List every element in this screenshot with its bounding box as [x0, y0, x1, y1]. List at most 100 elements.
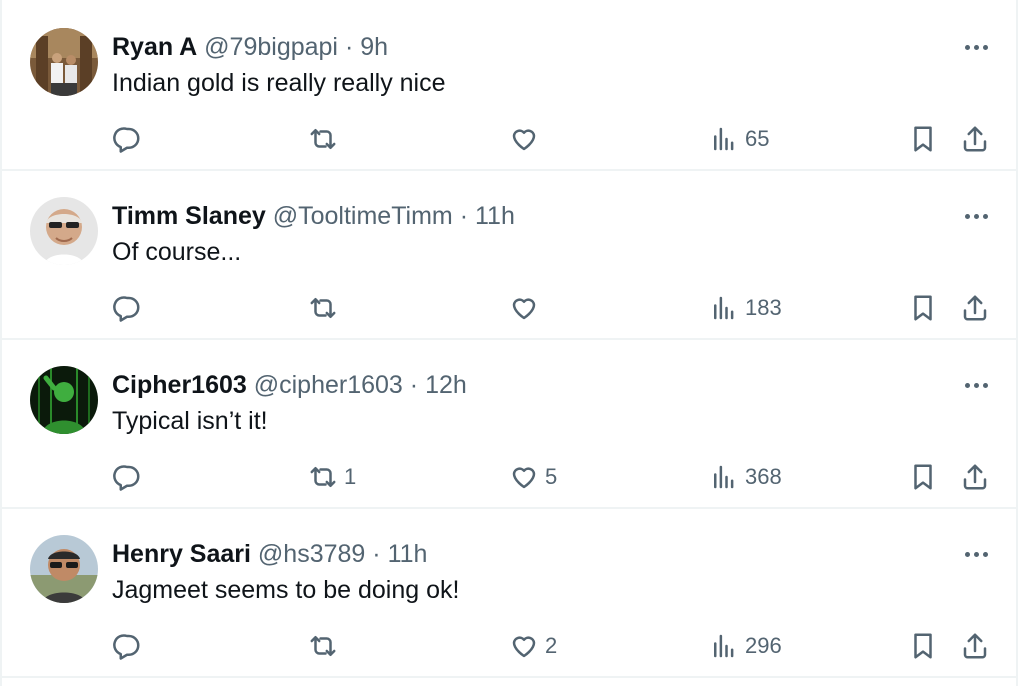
- like-button[interactable]: 2: [509, 623, 557, 669]
- retweet-button[interactable]: 1: [308, 454, 356, 500]
- more-icon: [964, 551, 970, 557]
- share-button[interactable]: [960, 454, 990, 500]
- views-chart-icon: [714, 634, 734, 658]
- view-count: 368: [745, 464, 782, 489]
- heart-icon: [512, 467, 536, 489]
- more-icon: [964, 44, 970, 50]
- tweet-actions: 2 296: [2, 623, 1016, 669]
- tweet-header: Timm Slaney @TooltimeTimm · 11h: [112, 199, 515, 233]
- more-icon: [964, 213, 970, 219]
- view-count: 296: [745, 633, 782, 658]
- tweet-actions: 183: [2, 285, 1016, 331]
- share-button[interactable]: [960, 623, 990, 669]
- view-count: 65: [745, 126, 770, 151]
- bookmark-icon: [914, 633, 932, 659]
- like-button[interactable]: 5: [509, 454, 557, 500]
- tweet-actions: 65: [2, 116, 1016, 162]
- separator-dot: ·: [372, 540, 381, 568]
- views-button[interactable]: 368: [709, 454, 782, 500]
- reply-button[interactable]: [112, 116, 148, 162]
- heart-icon: [512, 636, 536, 658]
- bookmark-button[interactable]: [908, 454, 938, 500]
- separator-dot: ·: [459, 202, 469, 230]
- bookmark-icon: [914, 126, 932, 152]
- like-button[interactable]: [509, 116, 545, 162]
- reply-icon: [113, 465, 140, 491]
- timestamp[interactable]: 9h: [360, 33, 388, 61]
- tweet-actions: 1 5 368: [2, 454, 1016, 500]
- share-icon: [963, 126, 987, 152]
- avatar-photo-man-sunglasses-outdoors: [30, 535, 98, 603]
- user-handle[interactable]: @TooltimeTimm: [273, 202, 453, 230]
- tweet-item[interactable]: Ryan A @79bigpapi · 9h Indian gold is re…: [2, 4, 1016, 171]
- more-icon: [964, 382, 970, 388]
- share-button[interactable]: [960, 285, 990, 331]
- display-name[interactable]: Ryan A: [112, 33, 197, 61]
- like-count: 2: [545, 633, 558, 658]
- user-handle[interactable]: @cipher1603: [254, 371, 403, 399]
- feed-right-border: [1016, 0, 1018, 686]
- avatar[interactable]: [30, 197, 98, 265]
- views-button[interactable]: 296: [709, 623, 782, 669]
- reply-button[interactable]: [112, 623, 148, 669]
- timestamp[interactable]: 12h: [425, 371, 467, 399]
- views-button[interactable]: 65: [709, 116, 769, 162]
- retweet-button[interactable]: [308, 623, 344, 669]
- share-icon: [963, 633, 987, 659]
- tweet-header: Cipher1603 @cipher1603 · 12h: [112, 368, 467, 402]
- user-handle[interactable]: @hs3789: [258, 540, 365, 568]
- like-button[interactable]: [509, 285, 545, 331]
- tweet-item[interactable]: Timm Slaney @TooltimeTimm · 11h Of cours…: [2, 173, 1016, 340]
- avatar[interactable]: [30, 366, 98, 434]
- reply-icon: [113, 296, 140, 322]
- heart-icon: [512, 298, 536, 320]
- retweet-count: 1: [344, 464, 357, 489]
- reply-feed: Ryan A @79bigpapi · 9h Indian gold is re…: [2, 0, 1016, 686]
- bookmark-icon: [914, 295, 932, 321]
- views-button[interactable]: 183: [709, 285, 782, 331]
- tweet-item[interactable]: Henry Saari @hs3789 · 11h Jagmeet seems …: [2, 511, 1016, 678]
- retweet-icon: [310, 636, 336, 656]
- user-handle[interactable]: @79bigpapi: [204, 33, 338, 61]
- avatar[interactable]: [30, 535, 98, 603]
- display-name[interactable]: Timm Slaney: [112, 202, 266, 230]
- avatar-green-matrix-figure: [30, 366, 98, 434]
- share-icon: [963, 295, 987, 321]
- separator-dot: ·: [344, 33, 354, 61]
- tweet-header: Henry Saari @hs3789 · 11h: [112, 537, 427, 571]
- tweet-text: Typical isn’t it!: [112, 407, 268, 435]
- avatar-photo-man-sunglasses: [30, 197, 98, 265]
- bookmark-button[interactable]: [908, 116, 938, 162]
- avatar-photo-two-people: [30, 28, 98, 96]
- more-button[interactable]: [952, 30, 1000, 64]
- retweet-button[interactable]: [308, 285, 344, 331]
- retweet-icon: [310, 129, 336, 149]
- retweet-icon: [310, 467, 336, 487]
- more-button[interactable]: [952, 368, 1000, 402]
- timestamp[interactable]: 11h: [475, 202, 515, 230]
- view-count: 183: [745, 295, 782, 320]
- tweet-text: Jagmeet seems to be doing ok!: [112, 576, 460, 604]
- heart-icon: [512, 129, 536, 151]
- views-chart-icon: [714, 296, 734, 320]
- timestamp[interactable]: 11h: [388, 540, 428, 568]
- separator-dot: ·: [409, 371, 419, 399]
- display-name[interactable]: Henry Saari: [112, 540, 251, 568]
- bookmark-button[interactable]: [908, 285, 938, 331]
- tweet-text: Of course...: [112, 238, 242, 266]
- tweet-text: Indian gold is really really nice: [112, 69, 446, 97]
- display-name[interactable]: Cipher1603: [112, 371, 247, 399]
- reply-button[interactable]: [112, 454, 148, 500]
- reply-button[interactable]: [112, 285, 148, 331]
- views-chart-icon: [714, 465, 734, 489]
- tweet-header: Ryan A @79bigpapi · 9h: [112, 30, 388, 64]
- avatar[interactable]: [30, 28, 98, 96]
- tweet-item[interactable]: Cipher1603 @cipher1603 · 12h Typical isn…: [2, 342, 1016, 509]
- bookmark-icon: [914, 464, 932, 490]
- retweet-button[interactable]: [308, 116, 344, 162]
- more-button[interactable]: [952, 199, 1000, 233]
- share-button[interactable]: [960, 116, 990, 162]
- more-button[interactable]: [952, 537, 1000, 571]
- bookmark-button[interactable]: [908, 623, 938, 669]
- like-count: 5: [545, 464, 558, 489]
